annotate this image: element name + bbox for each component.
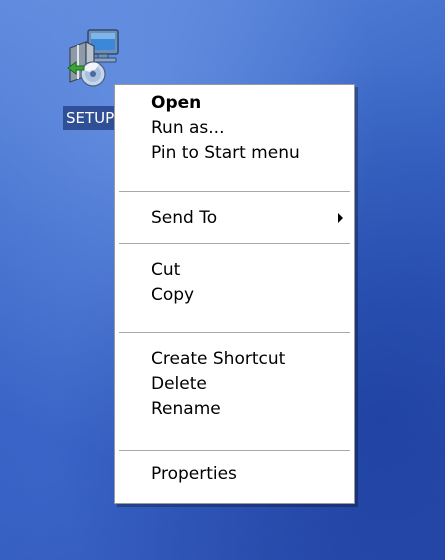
menu-item-label: Pin to Start menu [151, 143, 300, 163]
menu-item-send-to[interactable]: Send To [115, 205, 354, 231]
menu-item-label: Open [151, 93, 202, 113]
menu-item-delete[interactable]: Delete [115, 371, 354, 397]
setup-icon [67, 29, 119, 87]
menu-separator [119, 243, 350, 244]
menu-item-label: Rename [151, 399, 221, 419]
menu-item-label: Copy [151, 285, 195, 305]
submenu-arrow-icon [338, 213, 343, 223]
menu-item-properties[interactable]: Properties [115, 461, 354, 487]
context-menu: Open Run as... Pin to Start menu Send To Cut… [114, 84, 355, 504]
menu-item-label: Cut [151, 260, 181, 280]
menu-item-run-as[interactable]: Run as... [115, 115, 354, 141]
menu-item-create-shortcut[interactable]: Create Shortcut [115, 346, 354, 372]
menu-item-cut[interactable]: Cut [115, 257, 354, 283]
menu-separator [119, 332, 350, 333]
menu-item-label: Run as... [151, 118, 225, 138]
menu-item-rename[interactable]: Rename [115, 396, 354, 422]
menu-item-label: Delete [151, 374, 207, 394]
desktop: SETUP Open Run as... Pin to Start menu Send… [0, 0, 445, 560]
menu-item-label: Send To [151, 208, 218, 228]
menu-separator [119, 191, 350, 192]
menu-item-open[interactable]: Open [115, 90, 354, 116]
menu-separator [119, 450, 350, 451]
menu-item-label: Create Shortcut [151, 349, 286, 369]
menu-item-label: Properties [151, 464, 237, 484]
menu-item-pin-to-start-menu[interactable]: Pin to Start menu [115, 140, 354, 166]
menu-item-copy[interactable]: Copy [115, 282, 354, 308]
